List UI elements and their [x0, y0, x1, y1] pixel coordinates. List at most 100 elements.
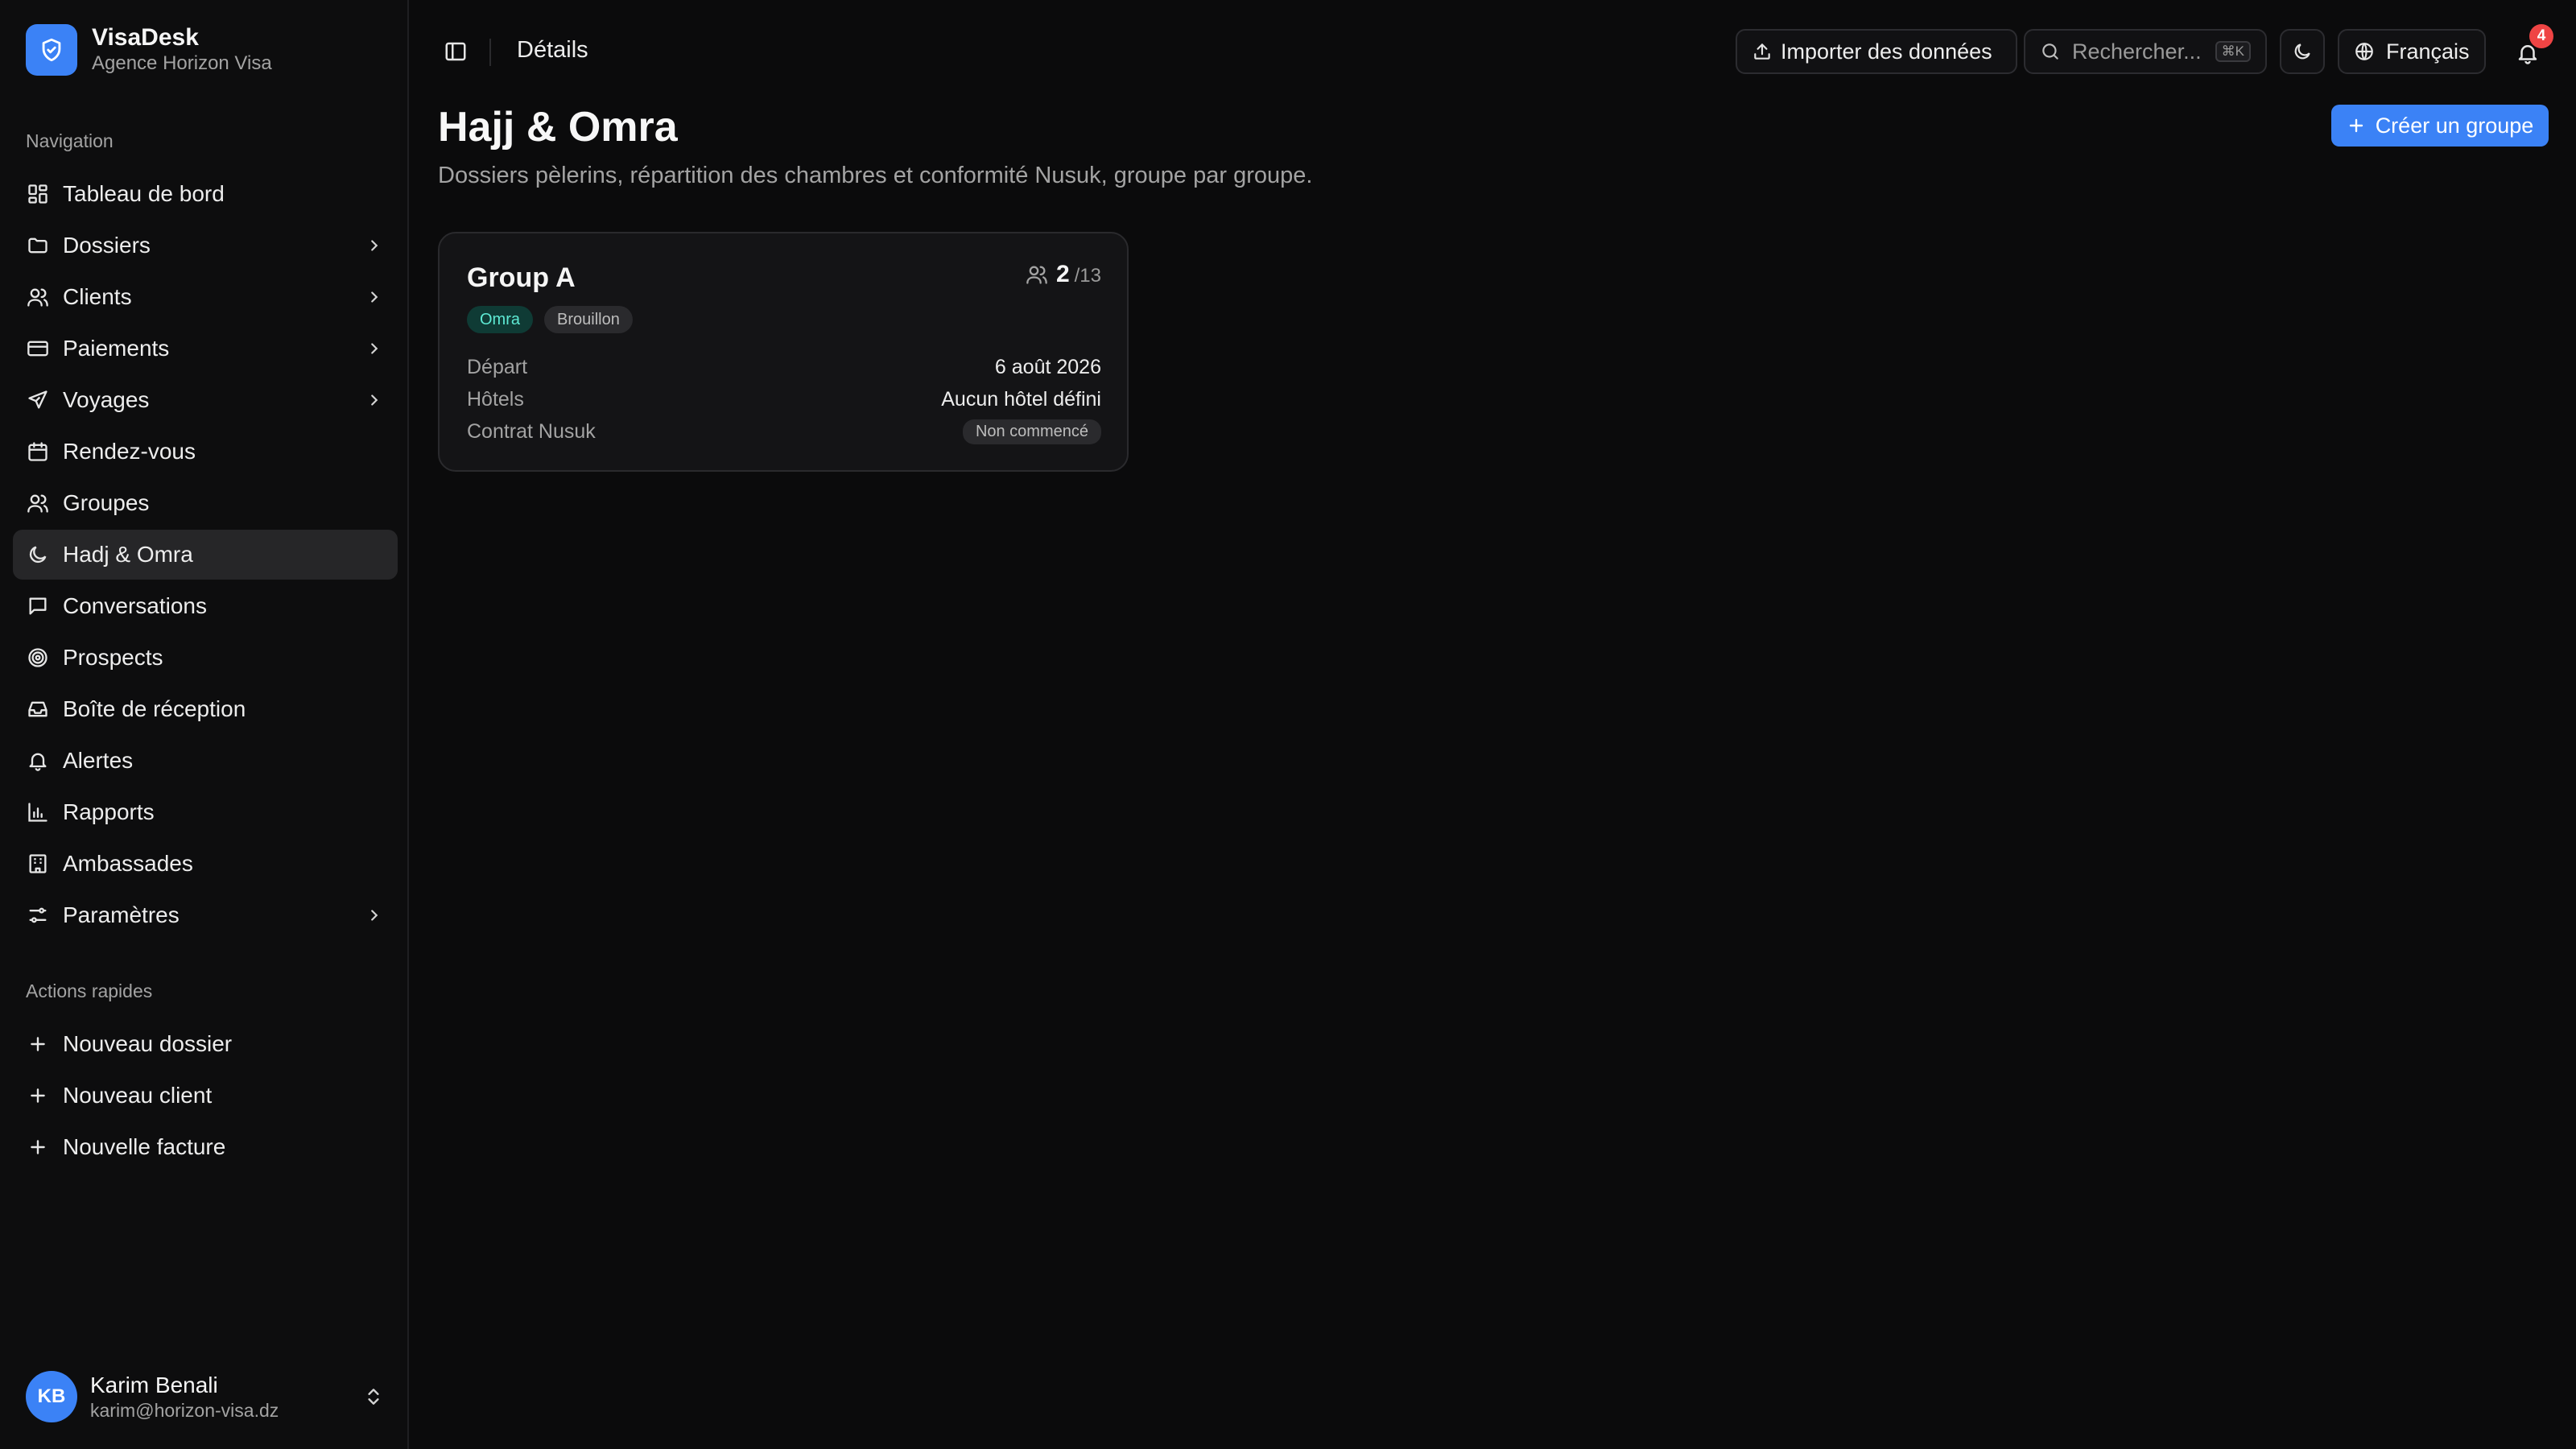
brand-subtitle: Agence Horizon Visa [92, 52, 272, 74]
plane-icon [26, 388, 50, 412]
breadcrumb: Détails [517, 37, 588, 63]
folder-icon [26, 233, 50, 258]
users-icon [1026, 263, 1048, 286]
sidebar-item-label: Rendez-vous [63, 439, 196, 464]
bell-icon [26, 749, 50, 773]
sidebar-item-label: Alertes [63, 748, 134, 773]
globe-icon [2354, 41, 2375, 62]
user-email: karim@horizon-visa.dz [90, 1400, 279, 1421]
sidebar-item-voyages[interactable]: Voyages [13, 375, 398, 425]
moon-icon [2292, 41, 2313, 62]
crescent-icon [26, 543, 50, 567]
quick-new-invoice[interactable]: Nouvelle facture [13, 1122, 398, 1172]
sidebar-item-boite-de-reception[interactable]: Boîte de réception [13, 684, 398, 734]
topbar: Détails Importer des données Rechercher.… [411, 0, 2576, 103]
sidebar-item-conversations[interactable]: Conversations [13, 581, 398, 631]
users-icon [26, 285, 50, 309]
theme-toggle-button[interactable] [2280, 29, 2325, 74]
group-card[interactable]: Group A 2 /13 Omra Brouillon Départ 6 ao… [438, 232, 1129, 472]
brand[interactable]: VisaDesk Agence Horizon Visa [26, 24, 272, 76]
user-menu[interactable]: KB Karim Benali karim@horizon-visa.dz [26, 1370, 388, 1423]
calendar-icon [26, 440, 50, 464]
nusuk-status-badge: Non commencé [962, 419, 1101, 444]
sidebar-item-groupes[interactable]: Groupes [13, 478, 398, 528]
nav-section-label: Navigation [26, 130, 114, 151]
main-nav: Tableau de bord Dossiers Clients Paiemen… [13, 169, 398, 942]
sidebar-item-alertes[interactable]: Alertes [13, 736, 398, 786]
chevron-right-icon [364, 338, 385, 359]
shield-icon [26, 24, 77, 76]
app: VisaDesk Agence Horizon Visa Navigation … [0, 0, 2576, 1449]
sidebar-item-label: Hadj & Omra [63, 542, 193, 567]
page-subtitle: Dossiers pèlerins, répartition des chamb… [438, 163, 1313, 188]
sidebar-item-prospects[interactable]: Prospects [13, 633, 398, 683]
sidebar-item-parametres[interactable]: Paramètres [13, 890, 398, 940]
quick-actions-label: Actions rapides [26, 980, 153, 1001]
chevron-right-icon [364, 287, 385, 308]
inbox-icon [26, 697, 50, 721]
bar-chart-icon [26, 800, 50, 824]
sidebar-item-label: Paramètres [63, 902, 180, 927]
detail-row: Hôtels Aucun hôtel défini [467, 383, 1101, 415]
search-input[interactable]: Rechercher... ⌘K [2024, 29, 2267, 74]
sidebar-item-label: Tableau de bord [63, 181, 225, 206]
sidebar-item-paiements[interactable]: Paiements [13, 324, 398, 374]
import-data-label: Importer des données [1781, 39, 1992, 64]
language-select[interactable]: Français [2338, 29, 2486, 74]
target-icon [26, 646, 50, 670]
sidebar-item-label: Boîte de réception [63, 696, 246, 721]
quick-action-label: Nouveau client [63, 1083, 213, 1108]
search-placeholder: Rechercher... [2072, 39, 2202, 64]
detail-label: Départ [467, 355, 528, 378]
import-data-button[interactable]: Importer des données [1736, 29, 2017, 74]
group-capacity-max: /13 [1074, 265, 1101, 287]
type-badge: Omra [467, 306, 533, 333]
sidebar-item-dossiers[interactable]: Dossiers [13, 221, 398, 270]
detail-label: Hôtels [467, 387, 524, 411]
sidebar-toggle-icon[interactable] [440, 35, 472, 68]
detail-label: Contrat Nusuk [467, 419, 596, 443]
sidebar-item-hadj-omra[interactable]: Hadj & Omra [13, 530, 398, 580]
brand-name: VisaDesk [92, 24, 199, 51]
quick-new-client[interactable]: Nouveau client [13, 1071, 398, 1121]
chevrons-up-down-icon [359, 1382, 388, 1411]
status-badge: Brouillon [544, 306, 633, 333]
plus-icon [26, 1135, 50, 1159]
divider [489, 39, 491, 66]
sidebar-item-rendez-vous[interactable]: Rendez-vous [13, 427, 398, 477]
sidebar-item-label: Rapports [63, 799, 155, 824]
sidebar-item-label: Dossiers [63, 233, 151, 258]
building-icon [26, 852, 50, 876]
quick-action-label: Nouvelle facture [63, 1134, 226, 1159]
search-icon [2040, 41, 2061, 62]
detail-row: Départ 6 août 2026 [467, 351, 1101, 383]
plus-icon [26, 1032, 50, 1056]
sidebar-item-label: Conversations [63, 593, 207, 618]
plus-icon [2347, 116, 2366, 135]
sidebar-item-clients[interactable]: Clients [13, 272, 398, 322]
sidebar-item-label: Clients [63, 284, 132, 309]
create-group-label: Créer un groupe [2375, 113, 2534, 138]
sidebar-item-label: Ambassades [63, 851, 193, 876]
notification-count-badge: 4 [2529, 24, 2553, 48]
sidebar-item-rapports[interactable]: Rapports [13, 787, 398, 837]
group-name: Group A [467, 262, 576, 293]
upload-icon [1752, 41, 1773, 62]
sidebar-item-label: Groupes [63, 490, 150, 515]
chevron-right-icon [364, 905, 385, 926]
language-label: Français [2386, 39, 2470, 64]
sidebar-item-tableau-de-bord[interactable]: Tableau de bord [13, 169, 398, 219]
detail-row: Contrat Nusuk Non commencé [467, 415, 1101, 448]
sidebar-item-ambassades[interactable]: Ambassades [13, 839, 398, 889]
quick-new-dossier[interactable]: Nouveau dossier [13, 1019, 398, 1069]
settings-icon [26, 903, 50, 927]
create-group-button[interactable]: Créer un groupe [2331, 105, 2549, 147]
detail-value: 6 août 2026 [994, 355, 1101, 378]
quick-action-label: Nouveau dossier [63, 1031, 233, 1056]
chevron-right-icon [364, 235, 385, 256]
sidebar-item-label: Prospects [63, 645, 163, 670]
page-title: Hajj & Omra [438, 104, 678, 151]
message-icon [26, 594, 50, 618]
detail-value: Aucun hôtel défini [941, 387, 1101, 411]
sidebar: VisaDesk Agence Horizon Visa Navigation … [0, 0, 409, 1449]
